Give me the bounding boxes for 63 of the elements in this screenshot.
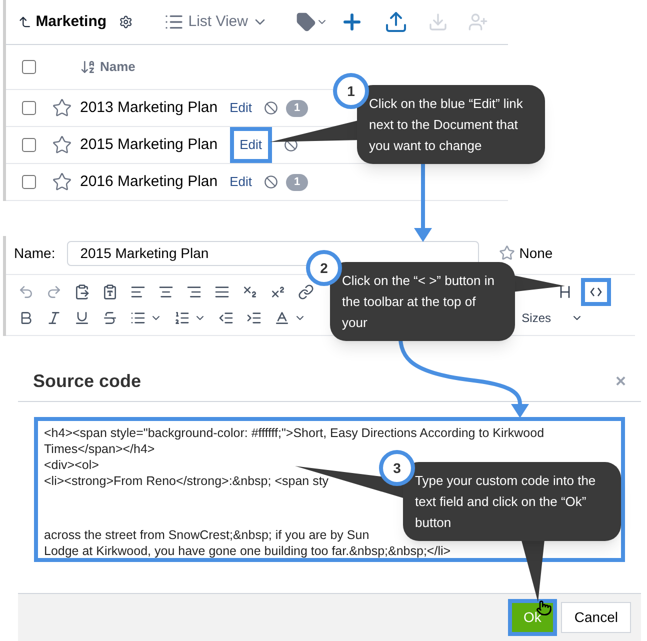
paste-icon[interactable] bbox=[74, 284, 90, 300]
star-icon[interactable] bbox=[52, 135, 72, 155]
step-number-tooltip: 2 bbox=[306, 250, 342, 286]
select-all-checkbox[interactable] bbox=[22, 60, 36, 74]
code-field[interactable] bbox=[34, 417, 625, 562]
underline-icon[interactable] bbox=[74, 310, 90, 326]
callout-text: Type your custom code into the text field and click on the “Ok” button bbox=[415, 473, 596, 530]
strikethrough-icon[interactable] bbox=[102, 310, 118, 326]
block-icon[interactable] bbox=[264, 101, 278, 115]
edit-link[interactable]: Edit bbox=[230, 98, 252, 118]
undo-icon[interactable] bbox=[18, 284, 34, 300]
numbered-list-icon[interactable] bbox=[174, 310, 190, 326]
count-badge: 1 bbox=[286, 174, 308, 190]
sort-icon[interactable] bbox=[80, 59, 96, 75]
redo-icon[interactable] bbox=[46, 284, 62, 300]
superscript-icon[interactable] bbox=[270, 284, 286, 300]
subscript-icon[interactable] bbox=[242, 284, 258, 300]
italic-icon[interactable] bbox=[46, 310, 62, 326]
edit-link[interactable]: Edit bbox=[230, 127, 272, 163]
tag-icon bbox=[296, 12, 316, 32]
cancel-button[interactable]: Cancel bbox=[561, 602, 631, 633]
document-name[interactable]: 2016 Marketing Plan bbox=[80, 170, 218, 194]
link-icon[interactable] bbox=[298, 284, 314, 300]
document-name[interactable]: 2015 Marketing Plan bbox=[80, 134, 218, 156]
code-icon bbox=[590, 287, 602, 297]
font-size-dropdown[interactable]: Sizes bbox=[522, 309, 551, 327]
justify-icon[interactable] bbox=[214, 284, 230, 300]
outdent-icon[interactable] bbox=[218, 310, 234, 326]
callout-text: Click on the blue “Edit” link next to the Document that you want to change bbox=[369, 96, 523, 153]
row-checkbox[interactable] bbox=[22, 101, 36, 115]
star-icon[interactable] bbox=[52, 172, 72, 192]
column-header[interactable]: Name bbox=[100, 57, 136, 77]
block-icon[interactable] bbox=[264, 175, 278, 189]
align-right-icon[interactable] bbox=[186, 284, 202, 300]
view-dropdown[interactable]: List View bbox=[164, 10, 268, 34]
callout-text: Click on the “< >” button in the toolbar at the top of your bbox=[342, 273, 494, 330]
row-checkbox[interactable] bbox=[22, 138, 36, 152]
settings-icon[interactable] bbox=[118, 14, 132, 30]
align-left-icon[interactable] bbox=[130, 284, 146, 300]
text-color-icon[interactable] bbox=[274, 310, 290, 326]
document-name[interactable]: 2013 Marketing Plan bbox=[80, 96, 218, 120]
code-line: Lodge at Kirkwood, you have gone one building too far.&nbsp;&nbsp;</li> bbox=[44, 543, 451, 558]
code-line: across the street from SnowCrest;&nbsp; if you are by Sun bbox=[44, 527, 370, 543]
folder-title: Marketing bbox=[36, 12, 107, 32]
indent-icon[interactable] bbox=[246, 310, 262, 326]
upload-icon[interactable] bbox=[384, 10, 408, 34]
bullet-list-icon[interactable] bbox=[130, 310, 146, 326]
edit-link[interactable]: Edit bbox=[230, 172, 252, 192]
paste-text-icon[interactable] bbox=[102, 284, 118, 300]
star-icon[interactable] bbox=[52, 98, 72, 118]
code-line: <div><ol> bbox=[44, 457, 99, 473]
count-badge: 1 bbox=[286, 100, 308, 116]
code-line: <li><strong>From Reno</strong>:&nbsp; <span sty bbox=[44, 473, 329, 489]
source-code-button[interactable] bbox=[581, 278, 611, 306]
dialog-title: Source code bbox=[33, 370, 142, 393]
up-folder-icon[interactable] bbox=[18, 14, 32, 30]
align-center-icon[interactable] bbox=[158, 284, 174, 300]
step-number-tooltip: 1 bbox=[333, 73, 369, 109]
row-checkbox[interactable] bbox=[22, 175, 36, 189]
rating-label: None bbox=[519, 244, 553, 262]
name-label: Name: bbox=[14, 244, 56, 262]
star-icon[interactable] bbox=[499, 245, 516, 261]
tag-dropdown[interactable] bbox=[296, 12, 328, 32]
